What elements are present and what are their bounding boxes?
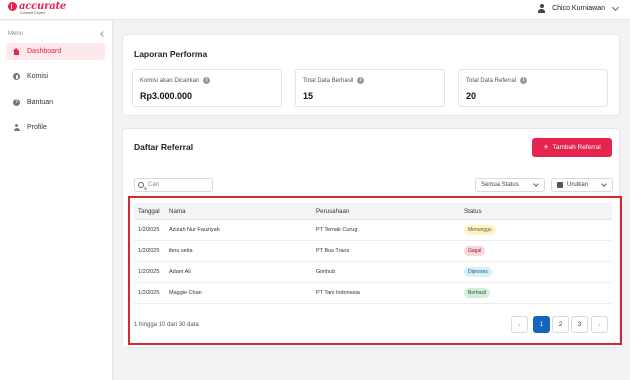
referral-title: Daftar Referral [134, 142, 194, 152]
logo-subtitle: Connect Expert [20, 11, 45, 15]
sidebar-item-bantuan[interactable]: ? Bantuan [6, 94, 105, 111]
stat-label: Total Data Referral i [466, 77, 528, 84]
stat-label: Komisi akan Dicairkan i [140, 77, 211, 84]
stat-value: 20 [466, 91, 477, 101]
stat-label-text: Total Data Berhasil [303, 77, 354, 84]
stat-label-text: Komisi akan Dicairkan [140, 77, 200, 84]
search-icon [138, 182, 144, 188]
menu-header: Menu [8, 31, 106, 37]
sort-select[interactable]: Urutkan [551, 178, 613, 192]
status-filter-select[interactable]: Semua Status [475, 178, 545, 192]
stat-success: Total Data Berhasil i 15 [295, 69, 445, 107]
profile-icon [13, 124, 20, 131]
sidebar: Menu Dashboard Komisi ? Bantuan Profile [0, 21, 113, 380]
highlight-box [128, 196, 622, 345]
user-menu[interactable]: Chico Kurniawan [537, 3, 620, 13]
user-name: Chico Kurniawan [552, 5, 605, 12]
add-referral-label: Tambah Referral [552, 144, 601, 151]
info-icon[interactable]: i [520, 77, 528, 84]
search-input[interactable]: Cari [134, 178, 213, 192]
performance-title: Laporan Performa [134, 49, 208, 59]
sort-label: Urutkan [567, 182, 589, 188]
stat-value: 15 [303, 91, 314, 101]
stat-total: Total Data Referral i 20 [458, 69, 608, 107]
sidebar-item-profile[interactable]: Profile [6, 119, 105, 136]
plus-icon: + [543, 142, 549, 152]
stat-label-text: Total Data Referral [466, 77, 517, 84]
chevron-down-icon [611, 3, 620, 11]
collapse-sidebar-icon[interactable] [100, 31, 106, 37]
sidebar-item-label: Dashboard [27, 48, 62, 55]
status-filter-value: Semua Status [481, 182, 519, 188]
performance-card: Laporan Performa Komisi akan Dicairkan i… [122, 34, 620, 116]
sidebar-item-label: Profile [27, 124, 47, 131]
search-placeholder: Cari [148, 182, 160, 188]
logo-icon [8, 2, 17, 11]
commission-icon [13, 73, 20, 80]
chevron-down-icon [601, 181, 607, 187]
sidebar-item-label: Bantuan [27, 99, 54, 106]
sort-icon [557, 182, 563, 188]
add-referral-button[interactable]: + Tambah Referral [532, 138, 612, 157]
user-icon [537, 4, 546, 13]
info-icon[interactable]: i [357, 77, 365, 84]
top-bar: accurate Connect Expert Chico Kurniawan [0, 0, 630, 20]
stat-commission: Komisi akan Dicairkan i Rp3.000.000 [132, 69, 282, 107]
sidebar-item-dashboard[interactable]: Dashboard [6, 43, 105, 60]
sidebar-item-komisi[interactable]: Komisi [6, 68, 105, 85]
stat-label: Total Data Berhasil i [303, 77, 365, 84]
sidebar-item-label: Komisi [27, 73, 49, 80]
home-icon [13, 48, 20, 55]
help-icon: ? [13, 99, 20, 106]
info-icon[interactable]: i [203, 77, 211, 84]
stat-value: Rp3.000.000 [140, 91, 193, 101]
menu-label: Menu [8, 31, 24, 37]
chevron-down-icon [533, 181, 539, 187]
